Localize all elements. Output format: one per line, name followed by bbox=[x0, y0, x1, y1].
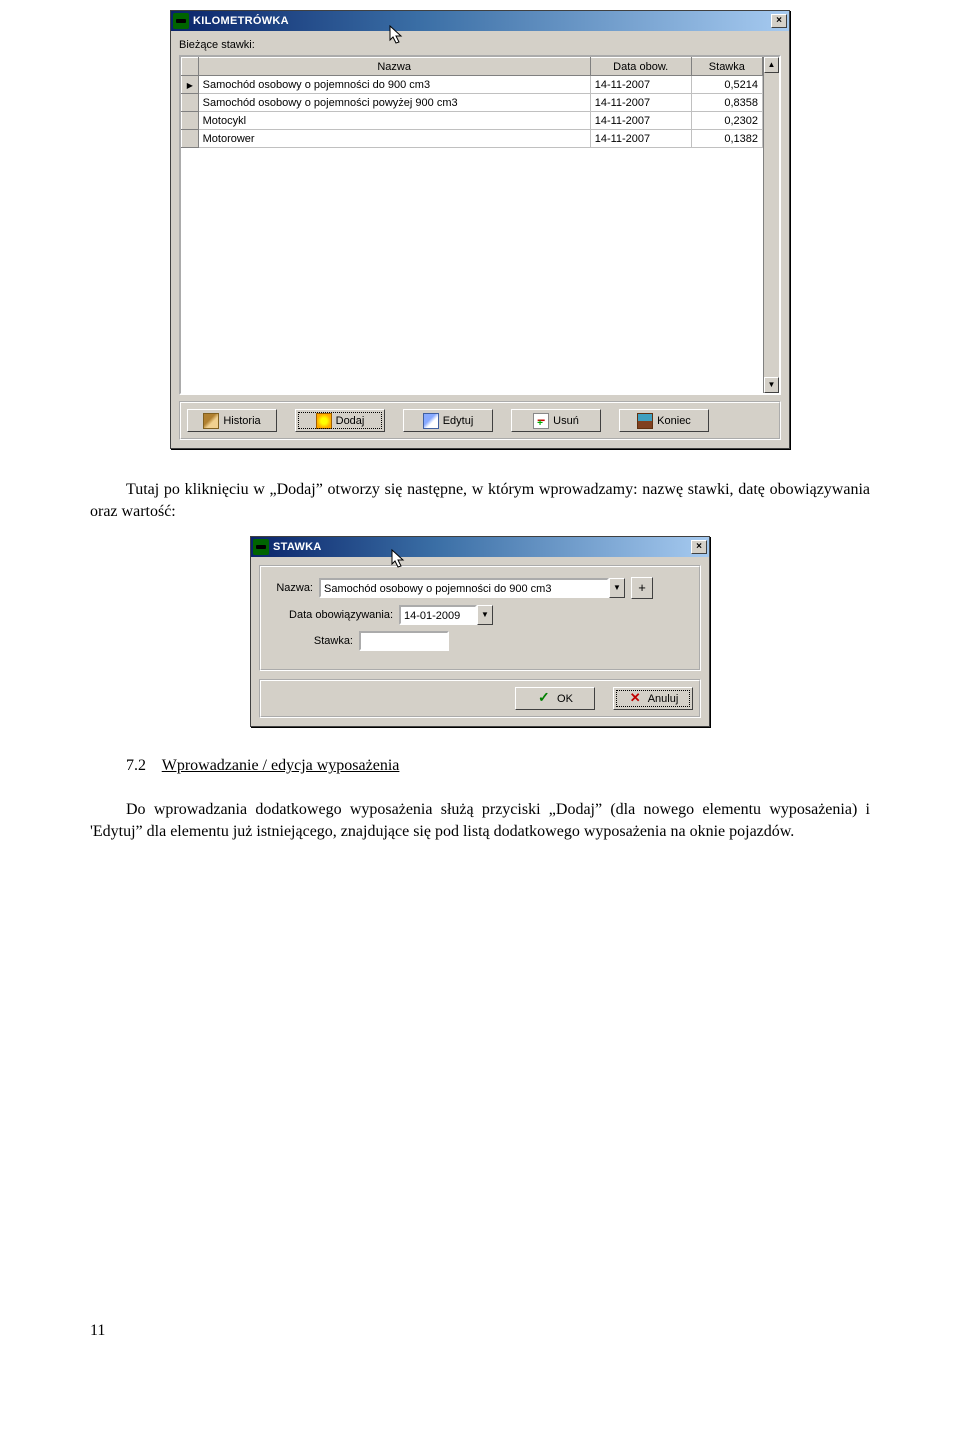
data-dropdown-button[interactable]: ▼ bbox=[477, 605, 493, 625]
grid-row[interactable]: Motocykl 14-11-2007 0,2302 bbox=[182, 112, 763, 130]
grid-row[interactable]: Samochód osobowy o pojemności powyżej 90… bbox=[182, 94, 763, 112]
form-panel: Nazwa: Samochód osobowy o pojemności do … bbox=[259, 565, 701, 671]
edytuj-button[interactable]: Edytuj bbox=[403, 409, 493, 432]
stawka-label: Stawka: bbox=[269, 635, 359, 647]
grid-scrollbar[interactable]: ▲ ▼ bbox=[763, 57, 779, 393]
anuluj-button[interactable]: Anuluj bbox=[613, 687, 693, 710]
rates-grid[interactable]: Nazwa Data obow. Stawka Samochód osobowy… bbox=[179, 55, 781, 395]
kilometrowka-window: KILOMETRÓWKA × Bieżące stawki: Nazwa Dat… bbox=[170, 10, 790, 449]
ok-button[interactable]: OK bbox=[515, 687, 595, 710]
add-icon bbox=[316, 413, 332, 429]
nazwa-label: Nazwa: bbox=[269, 582, 319, 594]
close-button[interactable]: × bbox=[691, 540, 707, 554]
add-nazwa-button[interactable]: + bbox=[631, 577, 653, 599]
grid-marker-header bbox=[182, 58, 199, 76]
window-title: KILOMETRÓWKA bbox=[193, 15, 289, 27]
body-paragraph-1: Tutaj po kliknięciu w „Dodaj” otworzy si… bbox=[90, 479, 870, 522]
scroll-up-button[interactable]: ▲ bbox=[764, 57, 779, 73]
cancel-icon bbox=[628, 691, 644, 707]
body-paragraph-2: Do wprowadzania dodatkowego wyposażenia … bbox=[90, 799, 870, 842]
data-input[interactable]: 14-01-2009 bbox=[399, 605, 477, 625]
section-heading: 7.2 Wprowadzanie / edycja wyposażenia bbox=[126, 757, 870, 775]
section-number: 7.2 bbox=[126, 757, 146, 774]
nazwa-dropdown-button[interactable]: ▼ bbox=[609, 578, 625, 598]
usun-button[interactable]: Usuń bbox=[511, 409, 601, 432]
titlebar[interactable]: KILOMETRÓWKA × bbox=[171, 11, 789, 31]
history-icon bbox=[203, 413, 219, 429]
scroll-down-button[interactable]: ▼ bbox=[764, 377, 779, 393]
stawka-window: STAWKA × Nazwa: Samochód osobowy o pojem… bbox=[250, 536, 710, 727]
button-panel: Historia Dodaj Edytuj Usuń Koniec bbox=[179, 401, 781, 440]
grid-row[interactable]: Samochód osobowy o pojemności do 900 cm3… bbox=[182, 76, 763, 94]
historia-button[interactable]: Historia bbox=[187, 409, 277, 432]
nazwa-input[interactable]: Samochód osobowy o pojemności do 900 cm3 bbox=[319, 578, 609, 598]
dodaj-button[interactable]: Dodaj bbox=[295, 409, 385, 432]
page-number: 11 bbox=[90, 1322, 870, 1340]
close-button[interactable]: × bbox=[771, 14, 787, 28]
ok-icon bbox=[537, 691, 553, 707]
grid-col-nazwa[interactable]: Nazwa bbox=[198, 58, 590, 76]
grid-col-data[interactable]: Data obow. bbox=[590, 58, 691, 76]
app-icon bbox=[173, 13, 189, 29]
app-icon bbox=[253, 539, 269, 555]
koniec-button[interactable]: Koniec bbox=[619, 409, 709, 432]
data-label: Data obowiązywania: bbox=[269, 609, 399, 621]
button-panel: OK Anuluj bbox=[259, 679, 701, 718]
delete-icon bbox=[533, 413, 549, 429]
exit-icon bbox=[637, 413, 653, 429]
section-title: Wprowadzanie / edycja wyposażenia bbox=[162, 757, 400, 774]
edit-icon bbox=[423, 413, 439, 429]
list-label: Bieżące stawki: bbox=[179, 39, 781, 51]
grid-row[interactable]: Motorower 14-11-2007 0,1382 bbox=[182, 130, 763, 148]
titlebar[interactable]: STAWKA × bbox=[251, 537, 709, 557]
window-title: STAWKA bbox=[273, 541, 322, 553]
stawka-input[interactable] bbox=[359, 631, 449, 651]
grid-col-stawka[interactable]: Stawka bbox=[691, 58, 762, 76]
